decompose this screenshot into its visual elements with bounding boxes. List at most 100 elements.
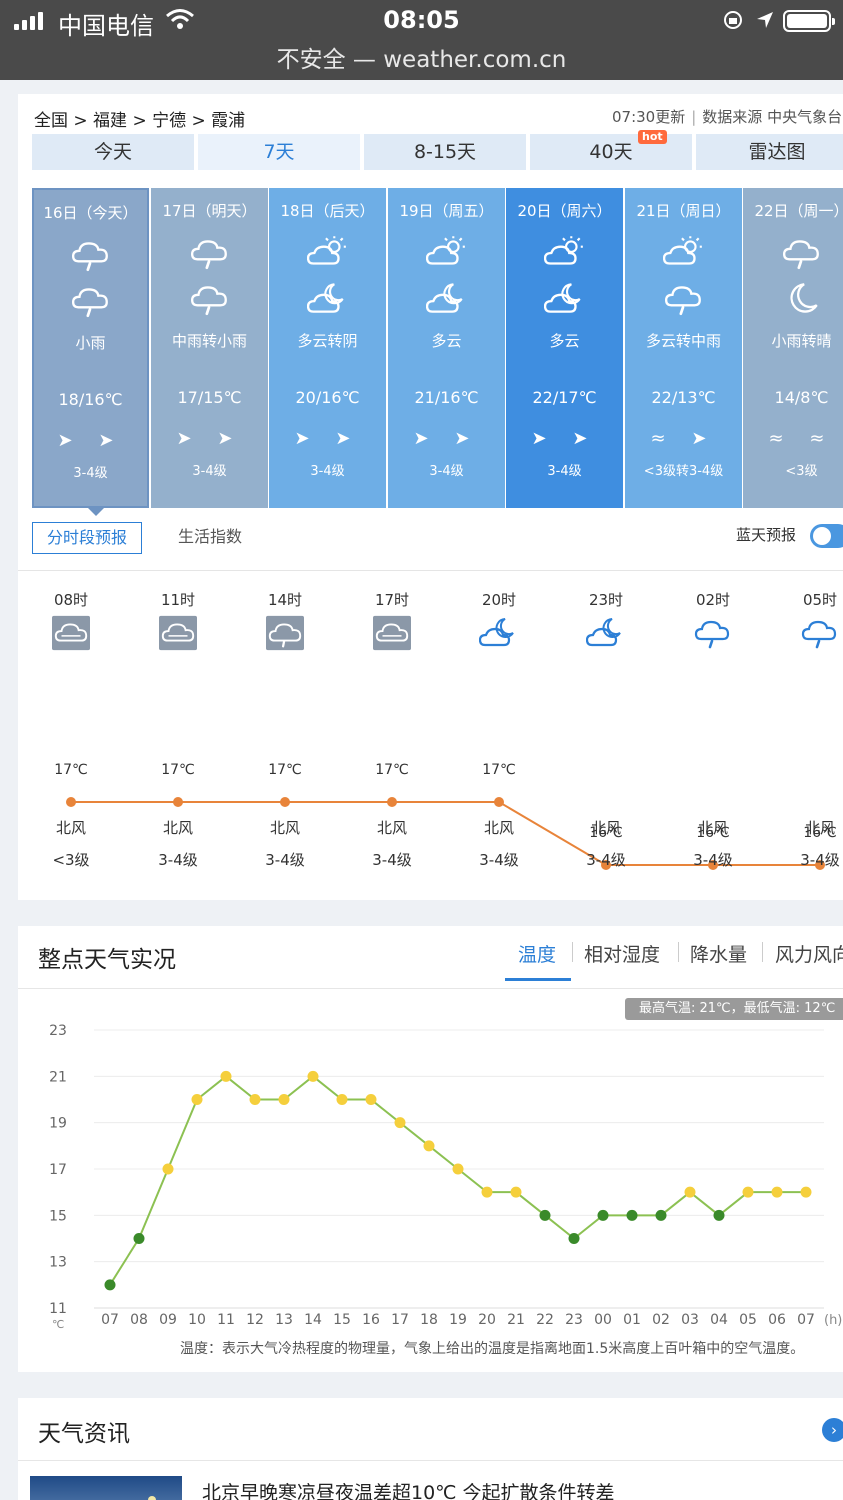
tab-life-index[interactable]: 生活指数 xyxy=(164,522,256,554)
rain-cloud-icon xyxy=(782,240,819,270)
hourly-temperature: 17℃ xyxy=(375,762,409,778)
temperature-point xyxy=(191,1094,203,1105)
hourly-wind-direction: 北风 xyxy=(590,819,621,837)
x-tick-label: 05 xyxy=(739,1312,757,1328)
day-column[interactable]: 17日（明天） 中雨转小雨 17/15℃ ➤ ➤ 3-4级 xyxy=(151,188,268,508)
day-wind-direction: ➤ ➤ xyxy=(294,428,361,449)
day-weather: 多云 xyxy=(549,332,580,350)
temperature-point xyxy=(597,1209,609,1221)
day-wind-level: <3级转3-4级 xyxy=(643,464,724,479)
hourly-icon-wrap xyxy=(678,615,748,655)
y-tick-label: 19 xyxy=(49,1116,67,1132)
day-wind-level: <3级 xyxy=(785,464,818,479)
hourly-wind-level: 3-4级 xyxy=(158,851,198,869)
x-tick-label: 03 xyxy=(681,1312,699,1328)
moon-icon xyxy=(789,283,818,313)
day-date: 21日（周日） xyxy=(636,202,731,220)
hourly-time: 11时 xyxy=(160,591,196,609)
hourly-temp-point xyxy=(494,797,504,807)
day-column[interactable]: 19日（周五） 多云 21/16℃ ➤ ➤ 3-4级 xyxy=(388,188,505,508)
tab-7days[interactable]: 7天 xyxy=(198,134,360,170)
x-tick-label: 09 xyxy=(159,1312,177,1328)
day-temperature: 22/17℃ xyxy=(532,388,597,407)
hourly-time: 08时 xyxy=(53,591,89,609)
temperature-point xyxy=(800,1186,812,1198)
news-card: 天气资讯 › 北京早晚寒凉昼夜温差超10℃ 今起扩散条件转差 xyxy=(18,1398,843,1500)
selected-day-pointer xyxy=(88,508,104,516)
day-column[interactable]: 20日（周六） 多云 22/17℃ ➤ ➤ 3-4级 xyxy=(506,188,623,508)
hourly-wind-level: 3-4级 xyxy=(265,851,305,869)
clock: 08:05 xyxy=(383,6,460,34)
hourly-time: 20时 xyxy=(481,591,517,609)
hourly-wind-level: 3-4级 xyxy=(693,851,733,869)
data-source: 数据来源 中央气象台 xyxy=(702,108,843,126)
x-tick-label: 19 xyxy=(449,1312,467,1328)
tab-today[interactable]: 今天 xyxy=(32,134,194,170)
x-unit-label: (h) xyxy=(824,1313,842,1328)
breadcrumb[interactable]: 全国 > 福建 > 宁德 > 霞浦 xyxy=(34,106,245,131)
hourly-time: 05时 xyxy=(802,591,838,609)
hourly-forecast: 08时 17℃ 北风 <3级 11时 17℃ 北风 3-4级 14时 17℃ 北风 3-4级 17… xyxy=(18,571,843,901)
day-wind-level: 3-4级 xyxy=(73,466,108,481)
x-tick-label: 02 xyxy=(652,1312,670,1328)
news-headline[interactable]: 北京早晚寒凉昼夜温差超10℃ 今起扩散条件转差 xyxy=(202,1478,615,1500)
day-wind-direction: ≈ ➤ xyxy=(650,428,717,449)
x-tick-label: 20 xyxy=(478,1312,496,1328)
temperature-point xyxy=(568,1233,580,1244)
hourly-time: 14时 xyxy=(267,591,303,609)
hourly-wind-direction: 北风 xyxy=(162,819,193,837)
day-wind-direction: ➤ ➤ xyxy=(176,428,243,449)
temperature-point xyxy=(771,1186,783,1198)
hourly-wind-level: 3-4级 xyxy=(479,851,519,869)
chevron-right-icon[interactable]: › xyxy=(822,1418,843,1442)
x-tick-label: 13 xyxy=(275,1312,293,1328)
hourly-wind-direction: 北风 xyxy=(269,819,300,837)
address-bar[interactable]: 不安全 — weather.com.cn xyxy=(0,40,843,74)
day-temperature: 14/8℃ xyxy=(774,388,829,407)
temperature-point xyxy=(626,1209,638,1221)
partly-cloudy-icon xyxy=(425,236,465,265)
forecast-tabs: 今天 7天 8-15天 40天 hot 雷达图 xyxy=(32,130,843,170)
tab-hourly-forecast[interactable]: 分时段预报 xyxy=(32,522,143,554)
overcast-icon xyxy=(159,615,197,651)
day-column[interactable]: 21日（周日） 多云转中雨 22/13℃ ≈ ➤ <3级转3-4级 xyxy=(625,188,742,508)
day-weather: 中雨转小雨 xyxy=(171,332,247,350)
cloudy-night-icon xyxy=(478,618,514,647)
day-column[interactable]: 18日（后天） 多云转阴 20/16℃ ➤ ➤ 3-4级 xyxy=(269,188,386,508)
day-temperature: 22/13℃ xyxy=(651,388,716,407)
hourly-temp-point xyxy=(280,797,290,807)
hourly-wind-level: 3-4级 xyxy=(586,851,626,869)
y-unit-label: ℃ xyxy=(52,1318,64,1331)
temperature-point xyxy=(481,1186,493,1198)
temperature-note: 温度：表示大气冷热程度的物理量，气象上给出的温度是指离地面1.5米高度上百叶箱中… xyxy=(180,1341,805,1357)
x-tick-label: 07 xyxy=(797,1312,815,1328)
temperature-chart: 11 13 15 17 19 21 23 ℃ 07 08 09 10 11 12 13 14 15 16 17 18 1… xyxy=(49,1023,842,1331)
hourly-time: 23时 xyxy=(588,591,624,609)
day-column[interactable]: 16日（今天） 小雨 18/16℃ ➤ ➤ 3-4级 xyxy=(32,188,149,508)
tab-radar[interactable]: 雷达图 xyxy=(696,134,843,170)
blue-sky-toggle[interactable] xyxy=(810,524,843,548)
overcast-icon xyxy=(373,615,411,651)
day-column[interactable]: 22日（周一） 小雨转晴 14/8℃ ≈ ≈ <3级 xyxy=(743,188,843,508)
tab-40days[interactable]: 40天 hot xyxy=(530,130,692,170)
x-tick-label: 16 xyxy=(362,1312,380,1328)
hourly-wind-direction: 北风 xyxy=(376,819,407,837)
day-wind-level: 3-4级 xyxy=(310,464,345,479)
x-tick-label: 22 xyxy=(536,1312,554,1328)
hourly-temperature: 17℃ xyxy=(268,762,302,778)
tab-8-15days[interactable]: 8-15天 xyxy=(364,134,526,170)
temperature-point xyxy=(394,1117,406,1129)
news-thumbnail[interactable] xyxy=(30,1476,182,1500)
y-tick-label: 13 xyxy=(49,1255,67,1271)
y-tick-label: 15 xyxy=(49,1208,67,1224)
temperature-point xyxy=(307,1070,319,1082)
partly-cloudy-icon xyxy=(543,236,583,265)
day-weather: 多云 xyxy=(431,332,462,350)
orientation-lock-icon xyxy=(724,11,742,29)
rain-cloud-icon xyxy=(71,242,108,272)
temperature-point xyxy=(220,1070,232,1082)
temperature-point xyxy=(278,1094,290,1105)
temperature-point xyxy=(742,1186,754,1198)
hourly-icon-wrap xyxy=(250,615,320,655)
hourly-wind-level: <3级 xyxy=(52,851,90,869)
